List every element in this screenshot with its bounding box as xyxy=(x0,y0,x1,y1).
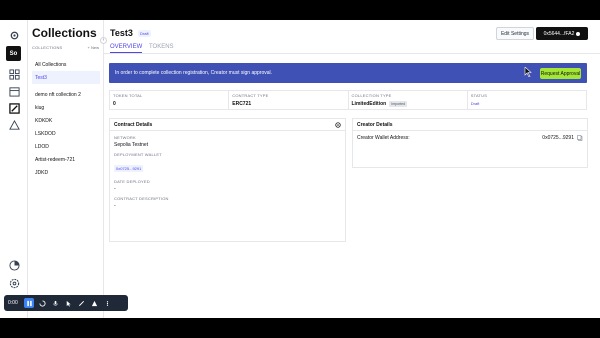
imported-badge: Imported xyxy=(389,101,408,107)
sidebar-item-kiug[interactable]: kiug xyxy=(32,101,100,114)
calendar-icon[interactable] xyxy=(7,84,21,98)
wallet-avatar-icon xyxy=(576,31,581,36)
collection-list: All Collections Test3 demo nft collectio… xyxy=(32,58,100,179)
status-badge: Draft xyxy=(138,30,151,37)
cursor-tool-icon[interactable] xyxy=(63,298,73,308)
sidebar-item-kdkdk[interactable]: KDKDK xyxy=(32,114,100,127)
sidebar-item-lskdod[interactable]: LSKDOD xyxy=(32,127,100,140)
dashboard-icon[interactable] xyxy=(7,67,21,81)
creator-wallet-value: 0x0725...9291 xyxy=(542,135,574,141)
sidebar-item-artist-redeem-721[interactable]: Artist-redeem-721 xyxy=(32,153,100,166)
sidebar-item-test3[interactable]: Test3 xyxy=(32,71,100,84)
deployment-wallet-link[interactable]: 0x0725...9291 xyxy=(114,165,144,172)
stat-value: ERC721 xyxy=(232,101,252,107)
stat-contract-type: CONTRACT TYPE ERC721 xyxy=(229,91,349,109)
request-approval-button[interactable]: Request Approval xyxy=(540,68,581,79)
stats-row: TOKEN TOTAL 0 CONTRACT TYPE ERC721 COLLE… xyxy=(109,90,587,110)
recycle-icon[interactable] xyxy=(7,118,21,132)
card-title: Creator Details xyxy=(357,122,393,128)
sidebar-subtitle: COLLECTIONS xyxy=(32,45,63,50)
stat-value: LimitedEdition xyxy=(351,101,387,107)
chart-icon[interactable] xyxy=(7,258,21,272)
highlight-tool-icon[interactable] xyxy=(89,298,99,308)
pen-tool-icon[interactable] xyxy=(76,298,86,308)
copy-icon[interactable] xyxy=(577,135,583,141)
main-content: Test3 Draft Edit Settings 0x5644...fFA2 … xyxy=(104,20,600,318)
status-draft-badge: Draft xyxy=(470,101,480,106)
creator-wallet-label: Creator Wallet Address: xyxy=(357,135,410,141)
recording-time: 0:00 xyxy=(8,300,18,306)
gear-icon[interactable] xyxy=(7,276,21,290)
banner-text: In order to complete collection registra… xyxy=(115,70,273,76)
sidebar-item-jdkd[interactable]: JDKD xyxy=(32,166,100,179)
stat-label: TOKEN TOTAL xyxy=(113,93,143,98)
image-edit-icon[interactable] xyxy=(7,101,21,115)
contract-description-value: - xyxy=(114,203,116,209)
workspace-badge[interactable]: So xyxy=(6,46,21,61)
field-label: CONTRACT DESCRIPTION xyxy=(114,196,169,201)
card-title: Contract Details xyxy=(114,122,153,128)
field-label: DATE DEPLOYED xyxy=(114,179,150,184)
stat-token-total: TOKEN TOTAL 0 xyxy=(110,91,230,109)
microphone-icon[interactable] xyxy=(50,298,60,308)
edit-settings-button[interactable]: Edit Settings xyxy=(496,27,534,40)
app-window: So Collections COLLECTIONS + New All Col… xyxy=(0,20,600,318)
network-value: Sepolia Testnet xyxy=(114,142,149,148)
more-options-icon[interactable] xyxy=(102,298,112,308)
stat-label: COLLECTION TYPE xyxy=(351,93,392,98)
field-label: NETWORK xyxy=(114,135,136,140)
refresh-icon[interactable] xyxy=(335,122,341,128)
tab-tokens[interactable]: TOKENS xyxy=(149,44,174,50)
creator-details-card: Creator Details Creator Wallet Address: … xyxy=(352,118,588,168)
collections-sidebar: Collections COLLECTIONS + New All Collec… xyxy=(28,20,104,318)
stat-label: CONTRACT TYPE xyxy=(232,93,269,98)
stat-value: 0 xyxy=(113,101,116,107)
date-deployed-value: - xyxy=(114,186,116,192)
mouse-cursor-icon xyxy=(524,67,532,77)
settings-icon[interactable] xyxy=(7,28,21,42)
sidebar-title: Collections xyxy=(32,26,97,40)
screen-recorder-toolbar: 0:00 xyxy=(4,295,128,311)
wallet-button[interactable]: 0x5644...fFA2 xyxy=(536,27,588,40)
sidebar-item-demo-nft-collection-2[interactable]: demo nft collection 2 xyxy=(32,88,100,101)
page-title: Test3 xyxy=(110,28,133,38)
field-label: DEPLOYMENT WALLET xyxy=(114,152,162,157)
restart-icon[interactable] xyxy=(37,298,47,308)
sidebar-item-ldod[interactable]: LDOD xyxy=(32,140,100,153)
new-collection-button[interactable]: + New xyxy=(88,45,99,50)
approval-banner: In order to complete collection registra… xyxy=(109,63,587,83)
stat-label: STATUS xyxy=(470,93,488,98)
sidebar-item-all-collections[interactable]: All Collections xyxy=(32,58,100,71)
wallet-address: 0x5644...fFA2 xyxy=(543,30,575,37)
stat-collection-type: COLLECTION TYPE LimitedEdition Imported xyxy=(349,91,468,109)
pause-icon[interactable] xyxy=(24,298,34,308)
tab-overview[interactable]: OVERVIEW xyxy=(110,44,143,53)
tab-bar: OVERVIEW TOKENS xyxy=(104,42,600,54)
stat-status: STATUS Draft xyxy=(468,91,586,109)
icon-rail: So xyxy=(0,20,28,318)
contract-details-card: Contract Details NETWORK Sepolia Testnet… xyxy=(109,118,346,242)
